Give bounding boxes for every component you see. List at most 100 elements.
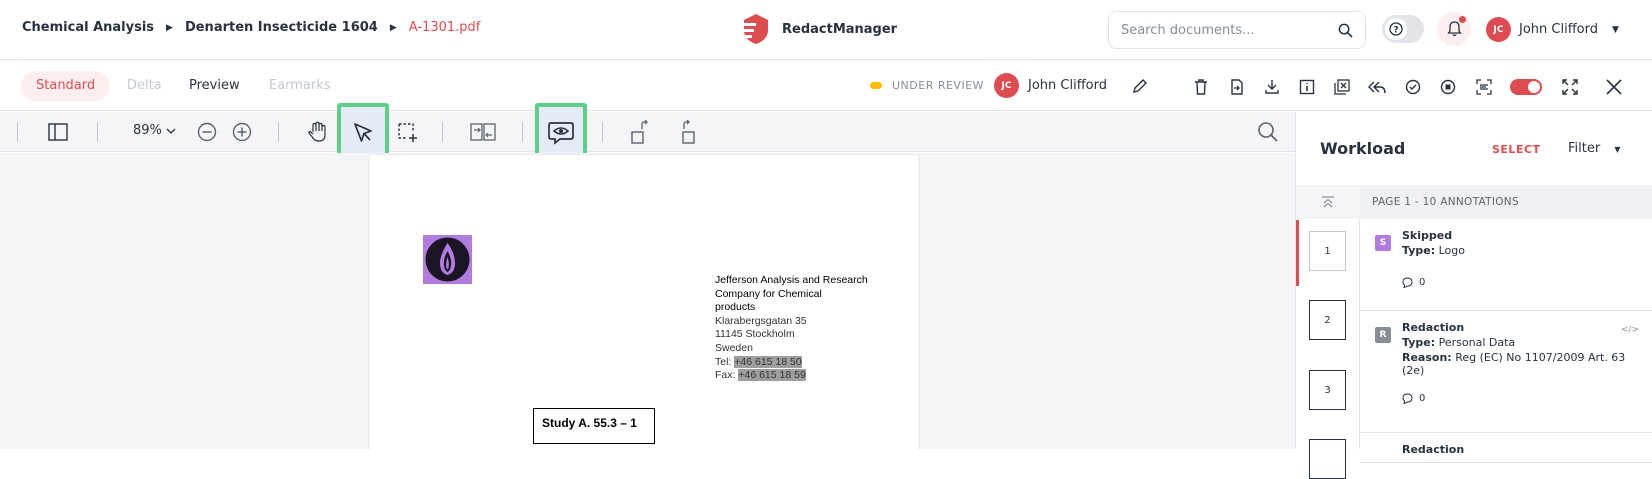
workload-title: Workload [1320,139,1406,158]
rotate-right-icon[interactable] [675,118,703,146]
pdf-viewer[interactable]: Jefferson Analysis and Research Company … [0,153,1295,449]
company-logo-image[interactable] [423,235,472,284]
page-thumb-1[interactable]: 1 [1309,231,1346,271]
ocr-scan-icon[interactable] [1474,77,1494,97]
breadcrumb-item-dossier[interactable]: Denarten Insecticide 1604 [185,20,378,35]
annotations-list: PAGE 1 - 10 ANNOTATIONS S Skipped Type: … [1360,185,1652,463]
exclude-pages-icon[interactable] [1332,77,1352,97]
reason-label: Reason: [1402,351,1452,364]
delete-icon[interactable] [1191,77,1211,97]
chevron-down-icon [166,128,176,134]
breadcrumb-item-dossier-template[interactable]: Chemical Analysis [22,20,154,35]
fax-line: Fax: +46 615 18 59 [715,369,868,383]
comment-icon [1402,393,1413,404]
tab-delta[interactable]: Delta [112,71,177,101]
area-select-icon[interactable] [394,118,422,146]
comments-count[interactable]: 0 [1402,277,1641,288]
svg-text:?: ? [1393,26,1398,36]
annotation-card[interactable]: S Skipped Type: Logo 0 [1360,219,1652,311]
toolbar-divider [442,122,443,142]
zoom-in-icon[interactable] [228,118,256,146]
user-name: John Clifford [1519,22,1598,37]
help-mode-toggle[interactable]: ? [1382,15,1424,43]
avatar: JC [1486,17,1511,42]
pan-hand-icon[interactable] [303,118,331,146]
address-line: Sweden [715,341,753,354]
help-icon: ? [1385,18,1407,40]
address-line: Jefferson Analysis and Research [715,274,868,286]
search-icon[interactable] [1338,23,1353,38]
comment-eye-icon [548,122,574,145]
assignee[interactable]: JC John Clifford [994,73,1148,98]
close-icon[interactable] [1604,77,1624,97]
comments-count[interactable]: 0 [1402,393,1641,404]
pencil-icon[interactable] [1132,78,1148,94]
view-mode-bar: Standard Delta Preview Earmarks UNDER RE… [0,61,1652,111]
scroll-to-top-button[interactable] [1296,185,1360,219]
zoom-level: 89% [133,123,162,138]
current-page-indicator [1296,220,1299,286]
reply-all-icon[interactable] [1367,77,1387,97]
address-line: Klarabergsgatan 35 [715,314,807,327]
assignee-avatar: JC [994,73,1019,98]
approve-icon[interactable] [1403,77,1423,97]
tel-label: Tel: [715,355,732,368]
annotation-card[interactable]: Redaction [1360,433,1652,463]
fullscreen-icon[interactable] [1560,77,1580,97]
status-indicator [870,82,882,89]
study-title-box: Study A. 55.3 – 1 [533,408,655,444]
tab-preview[interactable]: Preview [174,71,255,101]
pdf-page[interactable]: Jefferson Analysis and Research Company … [370,155,918,449]
toolbar-divider [602,122,603,142]
comments-number: 0 [1419,393,1426,404]
app-logo[interactable]: RedactManager [740,14,897,44]
compare-icon[interactable] [469,118,497,146]
tab-earmarks[interactable]: Earmarks [254,71,346,101]
page-thumb-2[interactable]: 2 [1309,300,1346,340]
annotation-kind: Skipped [1402,229,1453,242]
annotation-card[interactable]: R </> Redaction Type: Personal Data Reas… [1360,311,1652,433]
zoom-out-icon[interactable] [193,118,221,146]
cursor-arrow-icon [354,123,372,142]
redactmanager-logo-icon [740,14,768,44]
zoom-select[interactable]: 89% [133,123,176,138]
redacted-fax[interactable]: +46 615 18 59 [738,369,806,382]
annotations-section-header: PAGE 1 - 10 ANNOTATIONS [1360,185,1652,219]
download-icon[interactable] [1262,77,1282,97]
type-value: Personal Data [1438,336,1516,349]
toolbar-divider [17,122,18,142]
caret-down-icon: ▼ [1614,145,1621,154]
redaction-preview-toggle[interactable] [1510,79,1542,95]
stop-icon[interactable] [1438,77,1458,97]
address-line: Company for Chemical [715,287,822,300]
fax-label: Fax: [715,369,736,382]
status-badge: UNDER REVIEW [870,79,984,92]
address-line: products [715,301,756,314]
comments-number: 0 [1419,277,1426,288]
rotate-left-icon[interactable] [627,118,655,146]
import-redactions-icon[interactable] [1227,77,1247,97]
filter-dropdown[interactable]: Filter ▼ [1568,141,1621,156]
page-thumb-3[interactable]: 3 [1309,370,1346,410]
top-bar: Chemical Analysis ▶ Denarten Insecticide… [0,0,1652,60]
search-input[interactable] [1121,22,1331,38]
toggle-knob [1528,81,1540,93]
annotation-type: Type: Personal Data [1402,336,1641,349]
select-button[interactable]: SELECT [1492,143,1541,156]
user-menu[interactable]: JC John Clifford ▼ [1486,17,1619,42]
code-icon[interactable]: </> [1621,325,1639,335]
flame-logo-icon [425,237,470,282]
tab-standard[interactable]: Standard [21,71,111,101]
info-icon[interactable] [1297,77,1317,97]
search-box [1108,11,1366,49]
notifications-button[interactable] [1437,12,1471,46]
filter-label: Filter [1568,141,1601,156]
toolbar-divider [278,122,279,142]
redacted-phone[interactable]: +46 615 18 50 [734,355,802,368]
double-chevron-up-icon [1322,196,1334,208]
document-search-icon[interactable] [1254,118,1282,146]
breadcrumb-item-file[interactable]: A-1301.pdf [409,20,481,35]
annotation-kind: Redaction [1402,443,1465,456]
thumbnails-panel-icon[interactable] [44,118,72,146]
page-thumb-4[interactable] [1309,439,1346,479]
